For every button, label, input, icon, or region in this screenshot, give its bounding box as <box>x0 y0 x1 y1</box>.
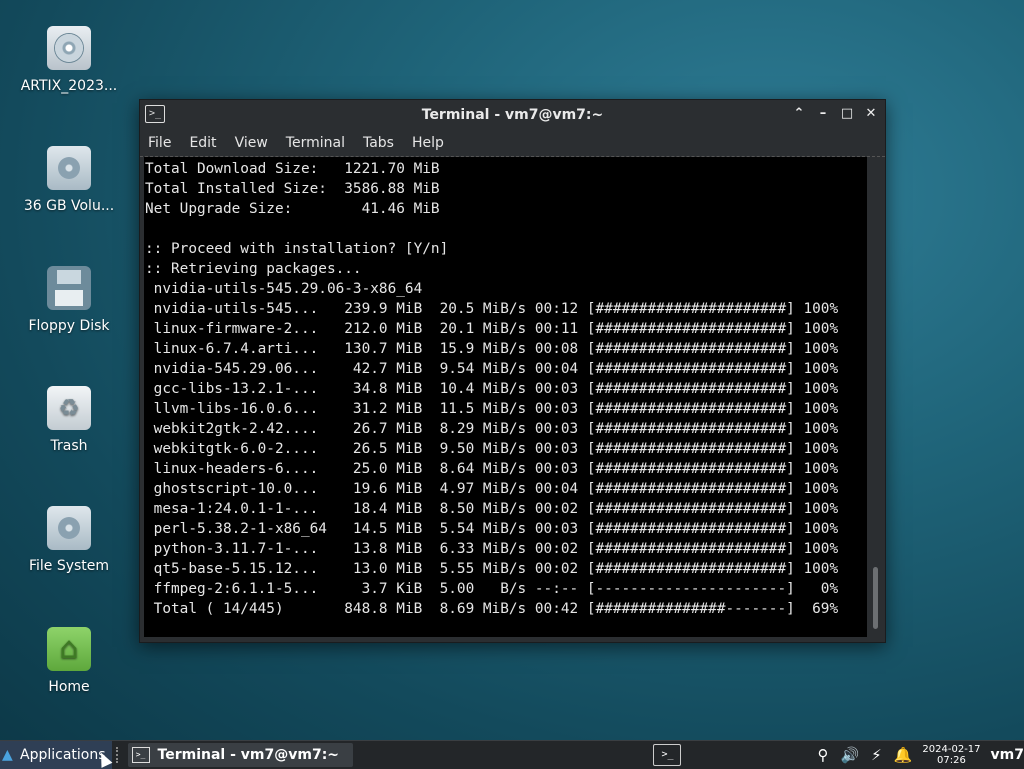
desktop-icon-filesystem[interactable]: File System <box>8 506 130 574</box>
desktop-icon-volume[interactable]: 36 GB Volu... <box>8 146 130 214</box>
home-folder-icon <box>47 627 91 671</box>
volume-icon[interactable]: 🔊 <box>840 746 859 764</box>
terminal-line: webkit2gtk-2.42.... 26.7 MiB 8.29 MiB/s … <box>145 421 839 437</box>
terminal-output[interactable]: Total Download Size: 1221.70 MiB Total In… <box>144 157 867 637</box>
terminal-icon[interactable]: >_ <box>145 105 165 123</box>
menu-terminal[interactable]: Terminal <box>284 133 347 153</box>
panel-separator <box>115 747 124 763</box>
hard-drive-icon <box>47 146 91 190</box>
terminal-line: linux-firmware-2... 212.0 MiB 20.1 MiB/s… <box>145 321 839 337</box>
artix-logo-icon: ▲ <box>2 747 13 763</box>
terminal-line: ghostscript-10.0... 19.6 MiB 4.97 MiB/s … <box>145 481 839 497</box>
applications-label: Applications <box>20 747 106 763</box>
window-title: Terminal - vm7@vm7:~ <box>421 107 604 123</box>
close-button[interactable]: ✕ <box>863 105 879 123</box>
system-tray: ⚲ 🔊 ⚡ 🔔 <box>817 746 912 764</box>
menu-bar: File Edit View Terminal Tabs Help <box>140 130 885 157</box>
user-menu[interactable]: vm7 <box>991 747 1024 763</box>
menu-file[interactable]: File <box>146 133 173 153</box>
desktop-icon-label: Floppy Disk <box>28 318 110 334</box>
taskbar-item-terminal[interactable]: >_ Terminal - vm7@vm7:~ <box>127 743 354 767</box>
scrollbar-thumb[interactable] <box>873 567 878 629</box>
taskbar: ▲ Applications >_ Terminal - vm7@vm7:~ >… <box>0 740 1024 769</box>
terminal-line: Total Installed Size: 3586.88 MiB <box>145 181 440 197</box>
desktop-icon-label: ARTIX_2023... <box>20 78 118 94</box>
optical-disc-icon <box>47 26 91 70</box>
battery-icon[interactable]: ⚡ <box>871 746 882 764</box>
window-titlebar[interactable]: >_ Terminal - vm7@vm7:~ ⌃ – □ ✕ <box>140 100 885 130</box>
terminal-line: Total Download Size: 1221.70 MiB <box>145 161 440 177</box>
terminal-line: nvidia-545.29.06... 42.7 MiB 9.54 MiB/s … <box>145 361 839 377</box>
desktop-icon-label: File System <box>28 558 110 574</box>
hard-drive-icon <box>47 506 91 550</box>
terminal-line: gcc-libs-13.2.1-... 34.8 MiB 10.4 MiB/s … <box>145 381 839 397</box>
terminal-window[interactable]: >_ Terminal - vm7@vm7:~ ⌃ – □ ✕ File Edi… <box>139 99 886 643</box>
terminal-line: mesa-1:24.0.1-1-... 18.4 MiB 8.50 MiB/s … <box>145 501 839 517</box>
terminal-line: perl-5.38.2-1-x86_64 14.5 MiB 5.54 MiB/s… <box>145 521 839 537</box>
trash-icon <box>47 386 91 430</box>
desktop-icon-floppy[interactable]: Floppy Disk <box>8 266 130 334</box>
notifications-bell-icon[interactable]: 🔔 <box>894 746 913 764</box>
terminal-line: nvidia-utils-545... 239.9 MiB 20.5 MiB/s… <box>145 301 839 317</box>
terminal-launcher-icon[interactable]: >_ <box>653 744 682 766</box>
terminal-icon: >_ <box>131 747 150 763</box>
floppy-disk-icon <box>47 266 91 310</box>
minimize-button[interactable]: – <box>815 105 831 123</box>
shade-button[interactable]: ⌃ <box>791 105 807 123</box>
desktop-icon-home[interactable]: Home <box>8 627 130 695</box>
menu-edit[interactable]: Edit <box>187 133 218 153</box>
menu-help[interactable]: Help <box>410 133 446 153</box>
desktop-icon-label: Home <box>48 679 90 695</box>
menu-tabs[interactable]: Tabs <box>361 133 396 153</box>
clock[interactable]: 2024-02-17 07:26 <box>922 744 980 766</box>
terminal-scrollbar[interactable] <box>871 157 880 637</box>
terminal-line: llvm-libs-16.0.6... 31.2 MiB 11.5 MiB/s … <box>145 401 839 417</box>
desktop-icon-label: 36 GB Volu... <box>23 198 115 214</box>
terminal-line: Total ( 14/445) 848.8 MiB 8.69 MiB/s 00:… <box>145 601 839 617</box>
maximize-button[interactable]: □ <box>839 105 855 123</box>
menu-view[interactable]: View <box>233 133 270 153</box>
terminal-text: Total Download Size: 1221.70 MiB Total In… <box>144 157 867 619</box>
terminal-line: ffmpeg-2:6.1.1-5... 3.7 KiB 5.00 B/s --:… <box>145 581 839 597</box>
desktop-icon-artix[interactable]: ARTIX_2023... <box>8 26 130 94</box>
clock-date: 2024-02-17 <box>922 744 981 755</box>
terminal-line: linux-6.7.4.arti... 130.7 MiB 15.9 MiB/s… <box>145 341 839 357</box>
terminal-line: webkitgtk-6.0-2.... 26.5 MiB 9.50 MiB/s … <box>145 441 839 457</box>
desktop-icon-label: Trash <box>50 438 88 454</box>
terminal-line: linux-headers-6.... 25.0 MiB 8.64 MiB/s … <box>145 461 839 477</box>
desktop-icon-trash[interactable]: Trash <box>8 386 130 454</box>
terminal-line: nvidia-utils-545.29.06-3-x86_64 <box>145 281 423 297</box>
clock-time: 07:26 <box>937 755 966 766</box>
terminal-line: :: Proceed with installation? [Y/n] <box>145 241 449 257</box>
terminal-line: :: Retrieving packages... <box>145 261 362 277</box>
taskbar-item-label: Terminal - vm7@vm7:~ <box>157 747 340 763</box>
network-icon[interactable]: ⚲ <box>817 746 828 764</box>
terminal-line: Net Upgrade Size: 41.46 MiB <box>145 201 440 217</box>
terminal-line: qt5-base-5.15.12... 13.0 MiB 5.55 MiB/s … <box>145 561 839 577</box>
terminal-line: python-3.11.7-1-... 13.8 MiB 6.33 MiB/s … <box>145 541 839 557</box>
